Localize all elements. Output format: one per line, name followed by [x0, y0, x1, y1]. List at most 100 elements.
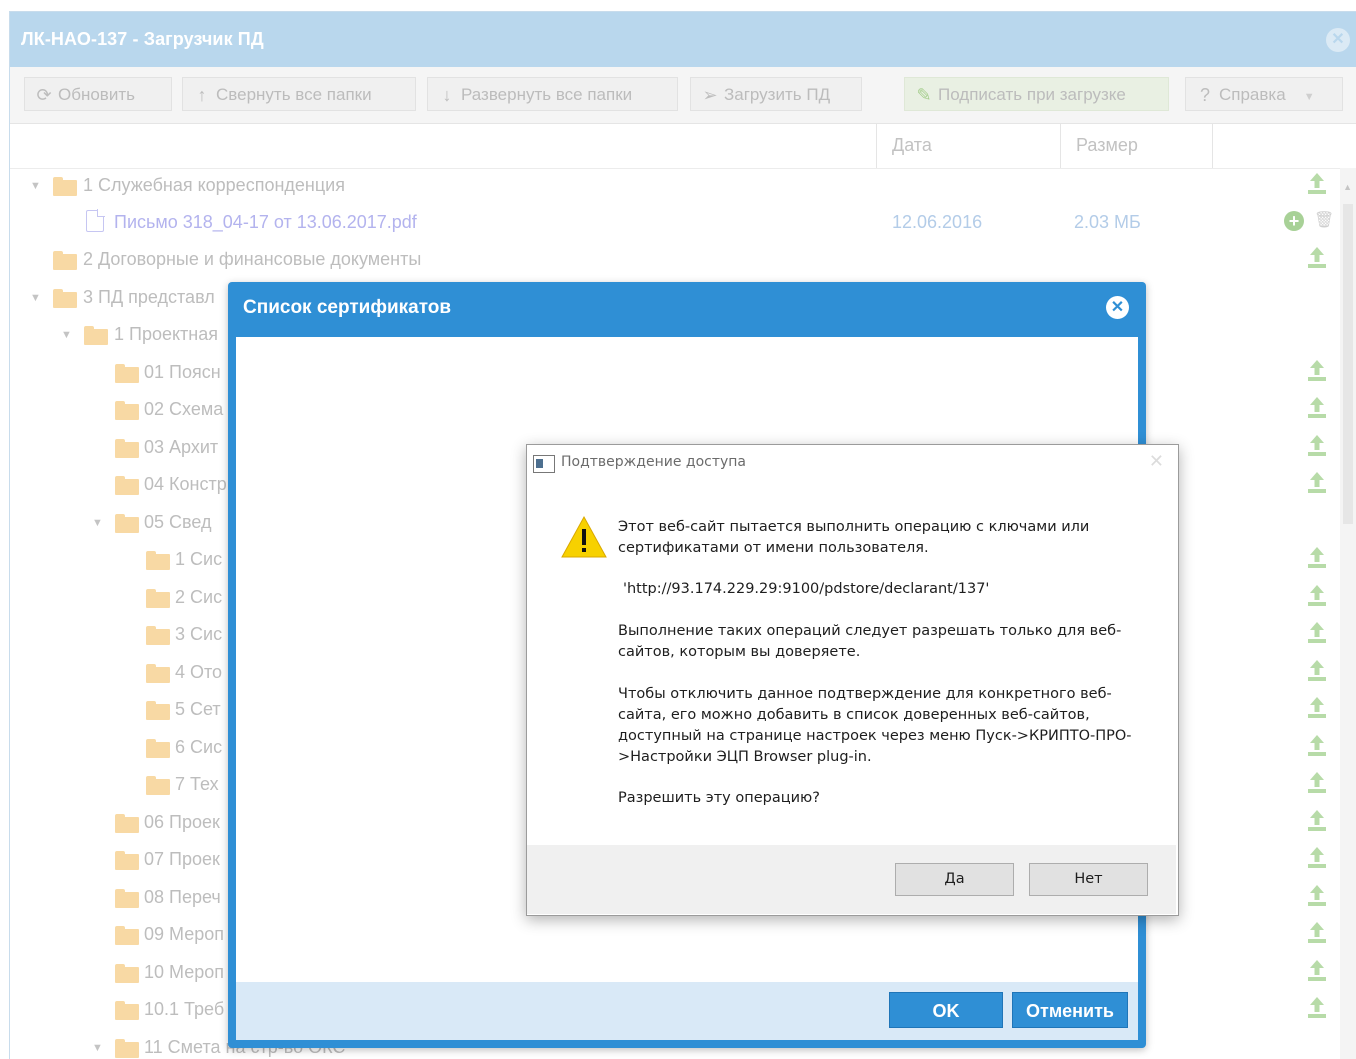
upload-icon[interactable] [1306, 732, 1328, 758]
expand-toggle-icon[interactable]: ▼ [92, 517, 103, 529]
upload-icon[interactable] [1306, 769, 1328, 795]
folder-icon [53, 251, 77, 270]
collapse-all-button[interactable]: ↑ Свернуть все папки [182, 77, 416, 111]
file-name-link[interactable]: Письмо 318_04-17 от 13.06.2017.pdf [114, 212, 417, 233]
folder-icon [115, 364, 139, 383]
folder-icon [146, 589, 170, 608]
folder-icon [146, 739, 170, 758]
upload-icon[interactable] [1306, 469, 1328, 495]
yes-button[interactable]: Да [895, 863, 1014, 896]
window-titlebar: ЛК-НАО-137 - Загрузчик ПД ✕ [10, 12, 1356, 67]
send-icon: ➢ [702, 85, 718, 105]
upload-icon[interactable] [1306, 882, 1328, 908]
column-header-size[interactable]: Размер [1060, 123, 1212, 168]
dialog-message-2: Выполнение таких операций следует разреш… [618, 623, 1122, 660]
upload-icon[interactable] [1306, 919, 1328, 945]
tree-row[interactable]: 2 Договорные и финансовые документы [10, 242, 1356, 279]
tree-row-file[interactable]: Письмо 318_04-17 от 13.06.2017.pdf 12.06… [10, 205, 1356, 242]
add-icon[interactable]: + [1284, 211, 1304, 231]
trash-icon[interactable]: 🗑 [1314, 210, 1334, 230]
window-close-icon[interactable]: ✕ [1326, 28, 1350, 52]
scrollbar-thumb[interactable] [1343, 204, 1353, 524]
window-app-icon [533, 455, 555, 473]
upload-icon[interactable] [1306, 957, 1328, 983]
dialog-url: 'http://93.174.229.29:9100/pdstore/decla… [623, 581, 990, 597]
row-label: 4 Ото [175, 662, 223, 682]
expand-toggle-icon[interactable]: ▼ [61, 329, 72, 341]
row-label: 07 Проек [144, 849, 220, 869]
upload-pd-label: Загрузить ПД [724, 85, 831, 104]
help-button[interactable]: ? Справка ▼ [1185, 77, 1343, 111]
sign-on-upload-label: Подписать при загрузке [938, 85, 1126, 104]
upload-icon[interactable] [1306, 170, 1328, 196]
help-label: Справка [1219, 85, 1286, 104]
refresh-label: Обновить [58, 85, 135, 104]
upload-icon[interactable] [1306, 694, 1328, 720]
expand-toggle-icon[interactable]: ▼ [92, 1042, 103, 1054]
row-label: 1 Служебная корреспонденция [83, 175, 345, 195]
row-label: 2 Договорные и финансовые документы [83, 249, 422, 269]
row-label: 1 Проектная [114, 324, 219, 344]
folder-icon [115, 439, 139, 458]
row-label: 02 Схема [144, 399, 224, 419]
folder-icon [115, 851, 139, 870]
upload-icon[interactable] [1306, 994, 1328, 1020]
upload-pd-button[interactable]: ➢ Загрузить ПД [690, 77, 862, 111]
refresh-button[interactable]: ⟳ Обновить [24, 77, 172, 111]
collapse-all-label: Свернуть все папки [216, 85, 372, 104]
folder-icon [146, 551, 170, 570]
modal-title: Список сертификатов [243, 297, 452, 318]
arrow-down-icon: ↓ [442, 85, 452, 105]
sign-on-upload-button[interactable]: ✎ Подписать при загрузке [904, 77, 1169, 111]
tree-row[interactable]: ▼ 1 Служебная корреспонденция [10, 168, 1356, 205]
no-button[interactable]: Нет [1029, 863, 1148, 896]
dialog-title: Подтверждение доступа [561, 454, 747, 470]
column-header-date[interactable]: Дата [876, 123, 1060, 168]
upload-icon[interactable] [1306, 357, 1328, 383]
upload-icon[interactable] [1306, 582, 1328, 608]
vertical-scrollbar[interactable]: ▲ [1340, 168, 1356, 1059]
row-label: 01 Поясн [144, 362, 221, 382]
row-label: 03 Архит [144, 437, 219, 457]
folder-icon [146, 701, 170, 720]
dialog-close-icon[interactable]: ✕ [1149, 451, 1164, 472]
warning-icon [561, 515, 607, 558]
row-label: 10.1 Треб [144, 999, 225, 1019]
upload-icon[interactable] [1306, 844, 1328, 870]
row-label: 7 Тех [175, 774, 219, 794]
cancel-button[interactable]: Отменить [1012, 992, 1128, 1028]
arrow-up-icon: ↑ [197, 85, 207, 105]
folder-icon [146, 626, 170, 645]
expand-toggle-icon[interactable]: ▼ [30, 180, 41, 192]
pdf-file-icon [86, 209, 105, 232]
folder-icon [115, 1039, 139, 1058]
scroll-up-icon[interactable]: ▲ [1343, 182, 1352, 192]
file-date: 12.06.2016 [892, 212, 983, 232]
upload-icon[interactable] [1306, 807, 1328, 833]
row-label: 6 Сис [175, 737, 223, 757]
folder-icon [115, 476, 139, 495]
pencil-icon: ✎ [916, 85, 932, 105]
folder-icon [115, 964, 139, 983]
expand-all-label: Развернуть все папки [461, 85, 633, 104]
expand-toggle-icon[interactable]: ▼ [30, 292, 41, 304]
upload-icon[interactable] [1306, 394, 1328, 420]
folder-icon [115, 514, 139, 533]
dialog-message-3: Чтобы отключить данное подтверждение для… [618, 686, 1132, 765]
chevron-down-icon: ▼ [1303, 91, 1315, 103]
upload-icon[interactable] [1306, 657, 1328, 683]
row-label: 08 Переч [144, 887, 221, 907]
ok-button[interactable]: OK [889, 992, 1003, 1028]
upload-icon[interactable] [1306, 244, 1328, 270]
modal-close-icon[interactable]: ✕ [1106, 296, 1129, 319]
folder-icon [53, 177, 77, 196]
upload-icon[interactable] [1306, 619, 1328, 645]
row-label: 05 Свед [144, 512, 212, 532]
row-label: 09 Мероп [144, 924, 224, 944]
expand-all-button[interactable]: ↓ Развернуть все папки [427, 77, 678, 111]
upload-icon[interactable] [1306, 432, 1328, 458]
upload-icon[interactable] [1306, 544, 1328, 570]
toolbar: ⟳ Обновить ↑ Свернуть все папки ↓ Развернут… [10, 67, 1356, 124]
row-label: 3 ПД представл [83, 287, 215, 307]
help-icon: ? [1199, 85, 1210, 105]
